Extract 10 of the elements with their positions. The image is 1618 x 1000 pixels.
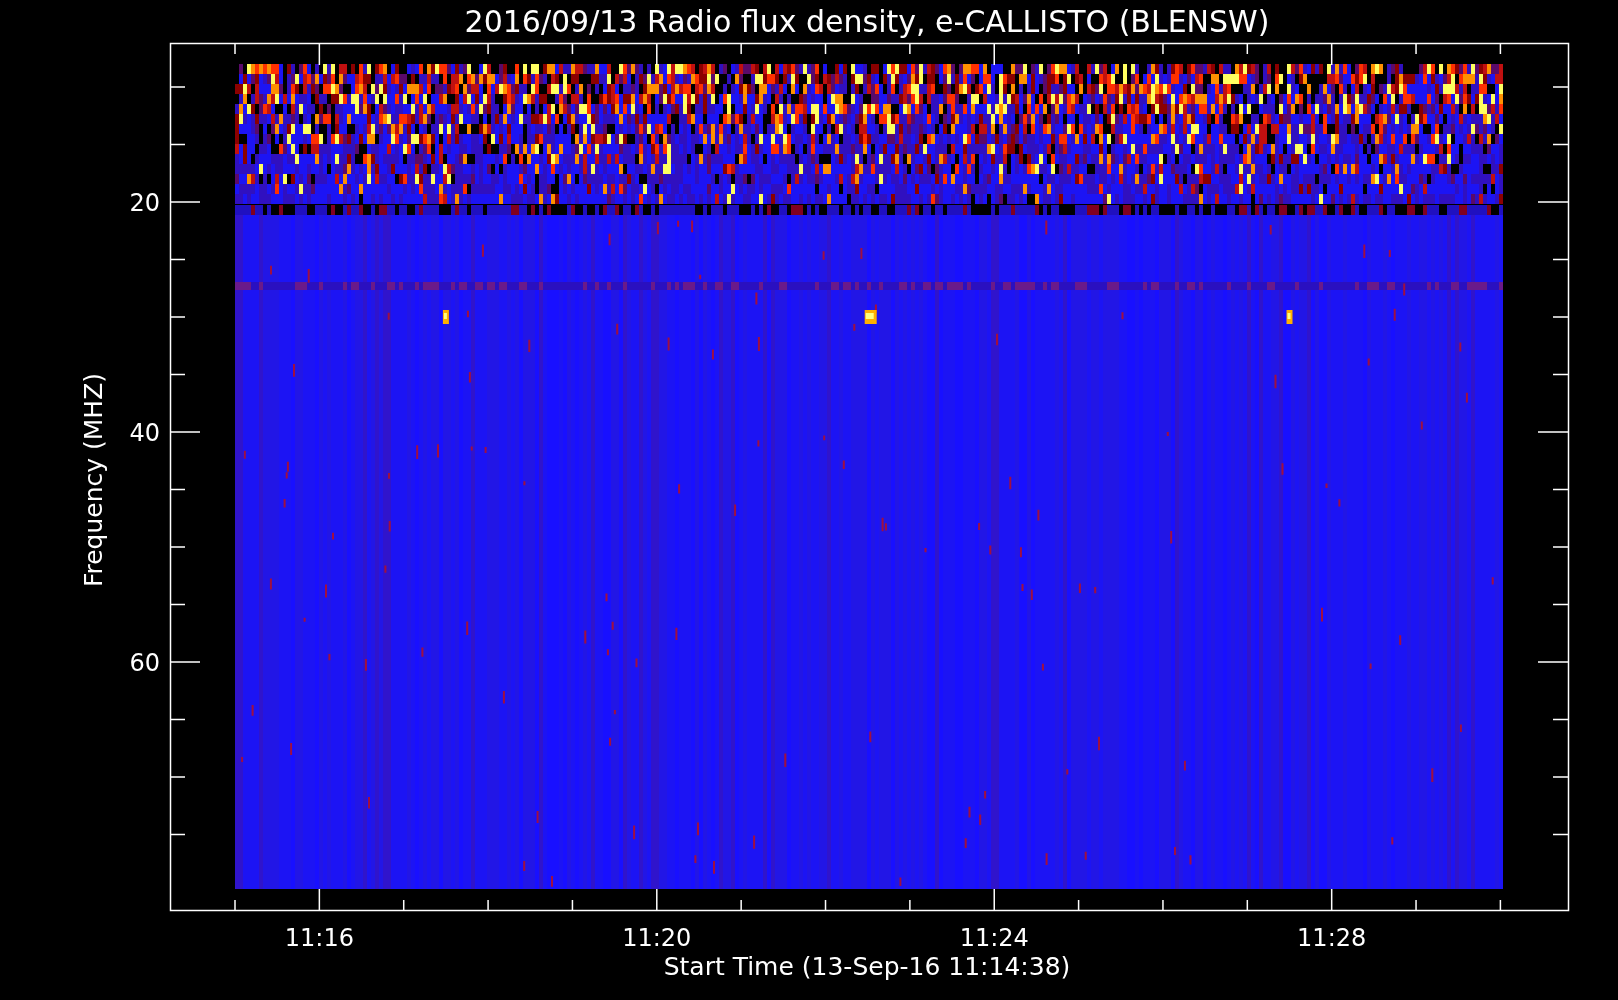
tick-label: 11:16	[284, 924, 354, 952]
tick-label: 40	[129, 419, 160, 447]
tick-label: 11:28	[1297, 924, 1367, 952]
chart-title: 2016/09/13 Radio flux density, e-CALLISTO (BLENSW)	[464, 4, 1270, 39]
axis-label: Frequency (MHZ)	[79, 372, 108, 588]
tick-label: 60	[129, 649, 160, 677]
tick-label: 11:24	[959, 924, 1029, 952]
tick-label: 11:20	[622, 924, 692, 952]
axis-label: Start Time (13-Sep-16 11:14:38)	[663, 952, 1071, 981]
tick-label: 20	[129, 189, 160, 217]
